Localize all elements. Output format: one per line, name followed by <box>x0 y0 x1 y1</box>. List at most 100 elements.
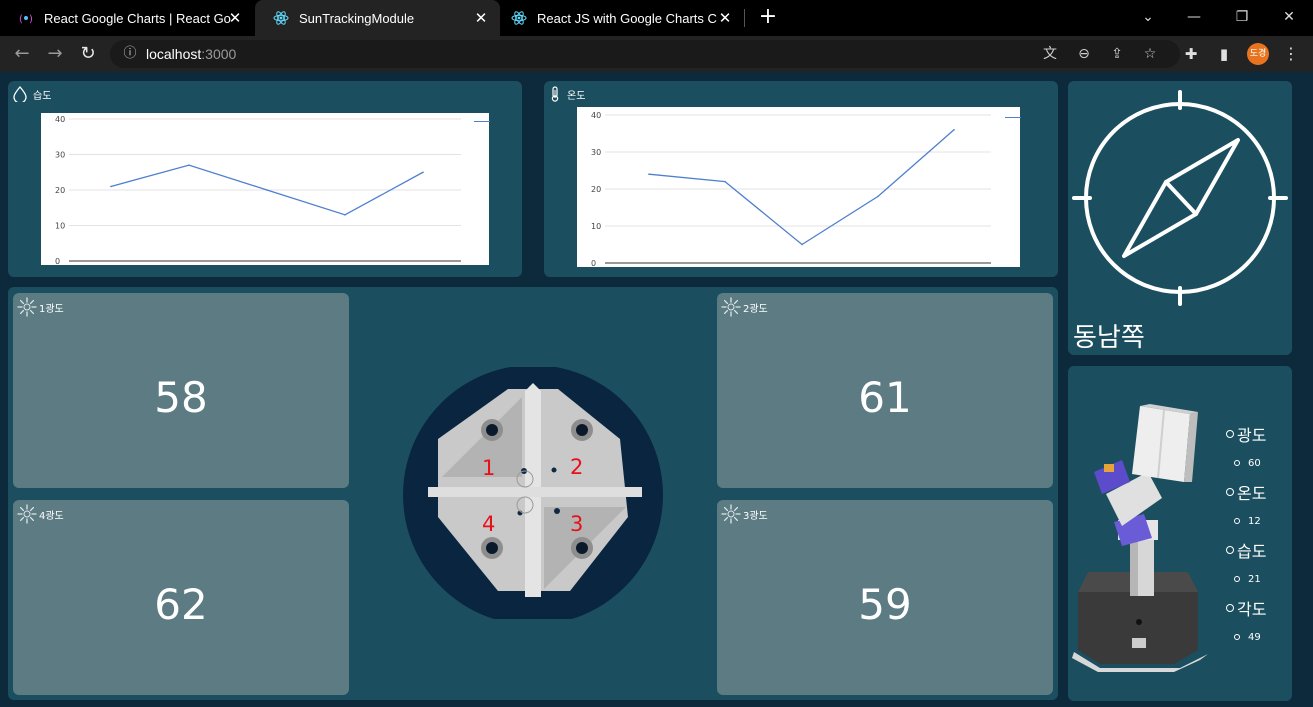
bookmark-star-icon[interactable]: ☆ <box>1140 44 1160 64</box>
forward-icon[interactable]: → <box>43 42 67 66</box>
close-window-icon[interactable]: ✕ <box>1277 6 1301 30</box>
y-tick-label: 10 <box>591 222 601 231</box>
temperature-chart: 0 10 20 30 40 <box>577 107 1020 267</box>
sun-icon <box>17 297 37 317</box>
tab-separator <box>744 9 745 27</box>
humidity-label: 습도 <box>33 90 52 102</box>
tab-search-icon[interactable]: ⌄ <box>1136 6 1160 30</box>
url-text[interactable]: localhost:3000 <box>146 46 236 62</box>
y-tick-label: 40 <box>591 111 601 120</box>
tab-suntrackingmodule[interactable]: SunTrackingModule ✕ <box>255 0 500 36</box>
close-tab-icon[interactable]: ✕ <box>472 9 490 27</box>
status-light-value: 60 <box>1226 448 1266 478</box>
sensor-card-4: 4광도 62 <box>13 500 349 695</box>
data-point <box>188 164 190 166</box>
tab-react-js-google-charts[interactable]: React JS with Google Charts Co ✕ <box>501 0 744 36</box>
close-tab-icon[interactable]: ✕ <box>226 9 244 27</box>
back-icon[interactable]: ← <box>10 42 34 66</box>
data-point <box>724 180 726 183</box>
sensor-value: 59 <box>858 580 912 629</box>
zoom-icon[interactable]: ⊖ <box>1074 44 1094 64</box>
profile-avatar[interactable]: 도경 <box>1247 43 1269 65</box>
sensor-card-2: 2광도 61 <box>717 293 1053 488</box>
sun-icon <box>721 297 741 317</box>
temperature-legend-line <box>1005 117 1021 118</box>
minimize-icon[interactable]: — <box>1182 6 1206 30</box>
tracker-device-image <box>1072 404 1208 672</box>
url-bar[interactable]: ⓘ localhost:3000 文 ⊖ ⇪ ☆ <box>110 40 1180 68</box>
temperature-label: 온도 <box>567 90 586 102</box>
y-tick-label: 20 <box>55 186 65 195</box>
sun-icon <box>17 504 37 524</box>
tab-title: React Google Charts | React Go <box>44 10 231 26</box>
humidity-chart: 0 10 20 30 40 <box>41 113 489 265</box>
share-icon[interactable]: ⇪ <box>1107 44 1127 64</box>
data-point <box>648 173 650 175</box>
y-tick-label: 20 <box>591 185 601 194</box>
data-point <box>877 195 879 198</box>
react-icon <box>511 10 527 26</box>
series-line <box>648 129 955 246</box>
sun-icon <box>721 504 741 524</box>
sensor-card-3: 3광도 59 <box>717 500 1053 695</box>
side-panel-icon[interactable]: ▮ <box>1212 42 1236 66</box>
status-humidity-label: 습도 <box>1226 536 1266 564</box>
sensor-value: 62 <box>154 580 208 629</box>
status-temperature-value: 12 <box>1226 506 1266 536</box>
status-panel: 광도 60 온도 12 습도 21 각도 49 <box>1068 366 1292 701</box>
site-info-icon[interactable]: ⓘ <box>120 44 140 64</box>
address-bar: ← → ↻ ⓘ localhost:3000 文 ⊖ ⇪ ☆ ✚ ▮ ⋮ <box>0 36 1313 72</box>
direction-text: 동남쪽 <box>1073 323 1145 353</box>
translate-icon[interactable]: 文 <box>1040 44 1060 64</box>
status-temperature-label: 온도 <box>1226 478 1266 506</box>
data-point <box>801 243 803 246</box>
light-sensor-module-image: 1 2 4 3 <box>403 367 663 619</box>
y-tick-label: 30 <box>55 151 65 160</box>
data-point <box>110 185 112 188</box>
data-point <box>953 129 955 131</box>
compass-panel: 동남쪽 <box>1068 81 1292 355</box>
sensor-label: 3광도 <box>721 504 768 524</box>
extensions-icon[interactable]: ✚ <box>1179 42 1203 66</box>
svg-text:): ) <box>29 14 33 25</box>
data-point <box>266 189 268 191</box>
temperature-chart-svg: 0 10 20 30 40 <box>591 111 991 267</box>
sensor-panel: 1광도 58 2광도 61 4광도 62 3광도 59 1 2 4 3 <box>8 287 1058 700</box>
tab-react-google-charts[interactable]: () React Google Charts | React Go ✕ <box>0 0 254 36</box>
y-tick-label: 30 <box>591 148 601 157</box>
y-tick-label: 0 <box>55 257 60 265</box>
status-angle-value: 49 <box>1226 622 1266 652</box>
restore-icon[interactable]: ❐ <box>1230 6 1254 30</box>
menu-icon[interactable]: ⋮ <box>1279 42 1303 66</box>
sensor-label: 1광도 <box>17 297 64 317</box>
humidity-panel: 습도 0 10 20 30 40 <box>8 81 522 277</box>
humidity-legend-line <box>474 121 490 122</box>
data-point <box>344 214 346 216</box>
sensor-label: 2광도 <box>721 297 768 317</box>
react-google-charts-icon: () <box>18 10 34 26</box>
reload-icon[interactable]: ↻ <box>76 42 100 66</box>
humidity-header: 습도 <box>13 86 51 102</box>
y-tick-label: 0 <box>591 259 596 267</box>
sensor-card-1: 1광도 58 <box>13 293 349 488</box>
quadrant-label-4: 4 <box>482 512 495 536</box>
status-light-label: 광도 <box>1226 420 1266 448</box>
data-point <box>422 171 424 174</box>
thermometer-icon <box>551 86 559 102</box>
y-tick-label: 10 <box>55 222 65 231</box>
status-humidity-value: 21 <box>1226 564 1266 594</box>
temperature-panel: 온도 0 10 20 30 40 <box>544 81 1058 277</box>
new-tab-button[interactable]: + <box>756 6 780 30</box>
tab-bar: () React Google Charts | React Go ✕ SunT… <box>0 0 1313 36</box>
react-icon <box>273 10 289 26</box>
compass-icon <box>1072 90 1288 306</box>
sensor-value: 61 <box>858 373 912 422</box>
droplet-icon <box>13 86 27 102</box>
quadrant-label-2: 2 <box>570 455 583 479</box>
tab-title: React JS with Google Charts Co <box>537 10 717 26</box>
sensor-value: 58 <box>154 373 208 422</box>
close-tab-icon[interactable]: ✕ <box>716 9 734 27</box>
status-legend: 광도 60 온도 12 습도 21 각도 49 <box>1226 420 1266 652</box>
humidity-chart-svg: 0 10 20 30 40 <box>55 115 461 265</box>
sensor-label: 4광도 <box>17 504 64 524</box>
